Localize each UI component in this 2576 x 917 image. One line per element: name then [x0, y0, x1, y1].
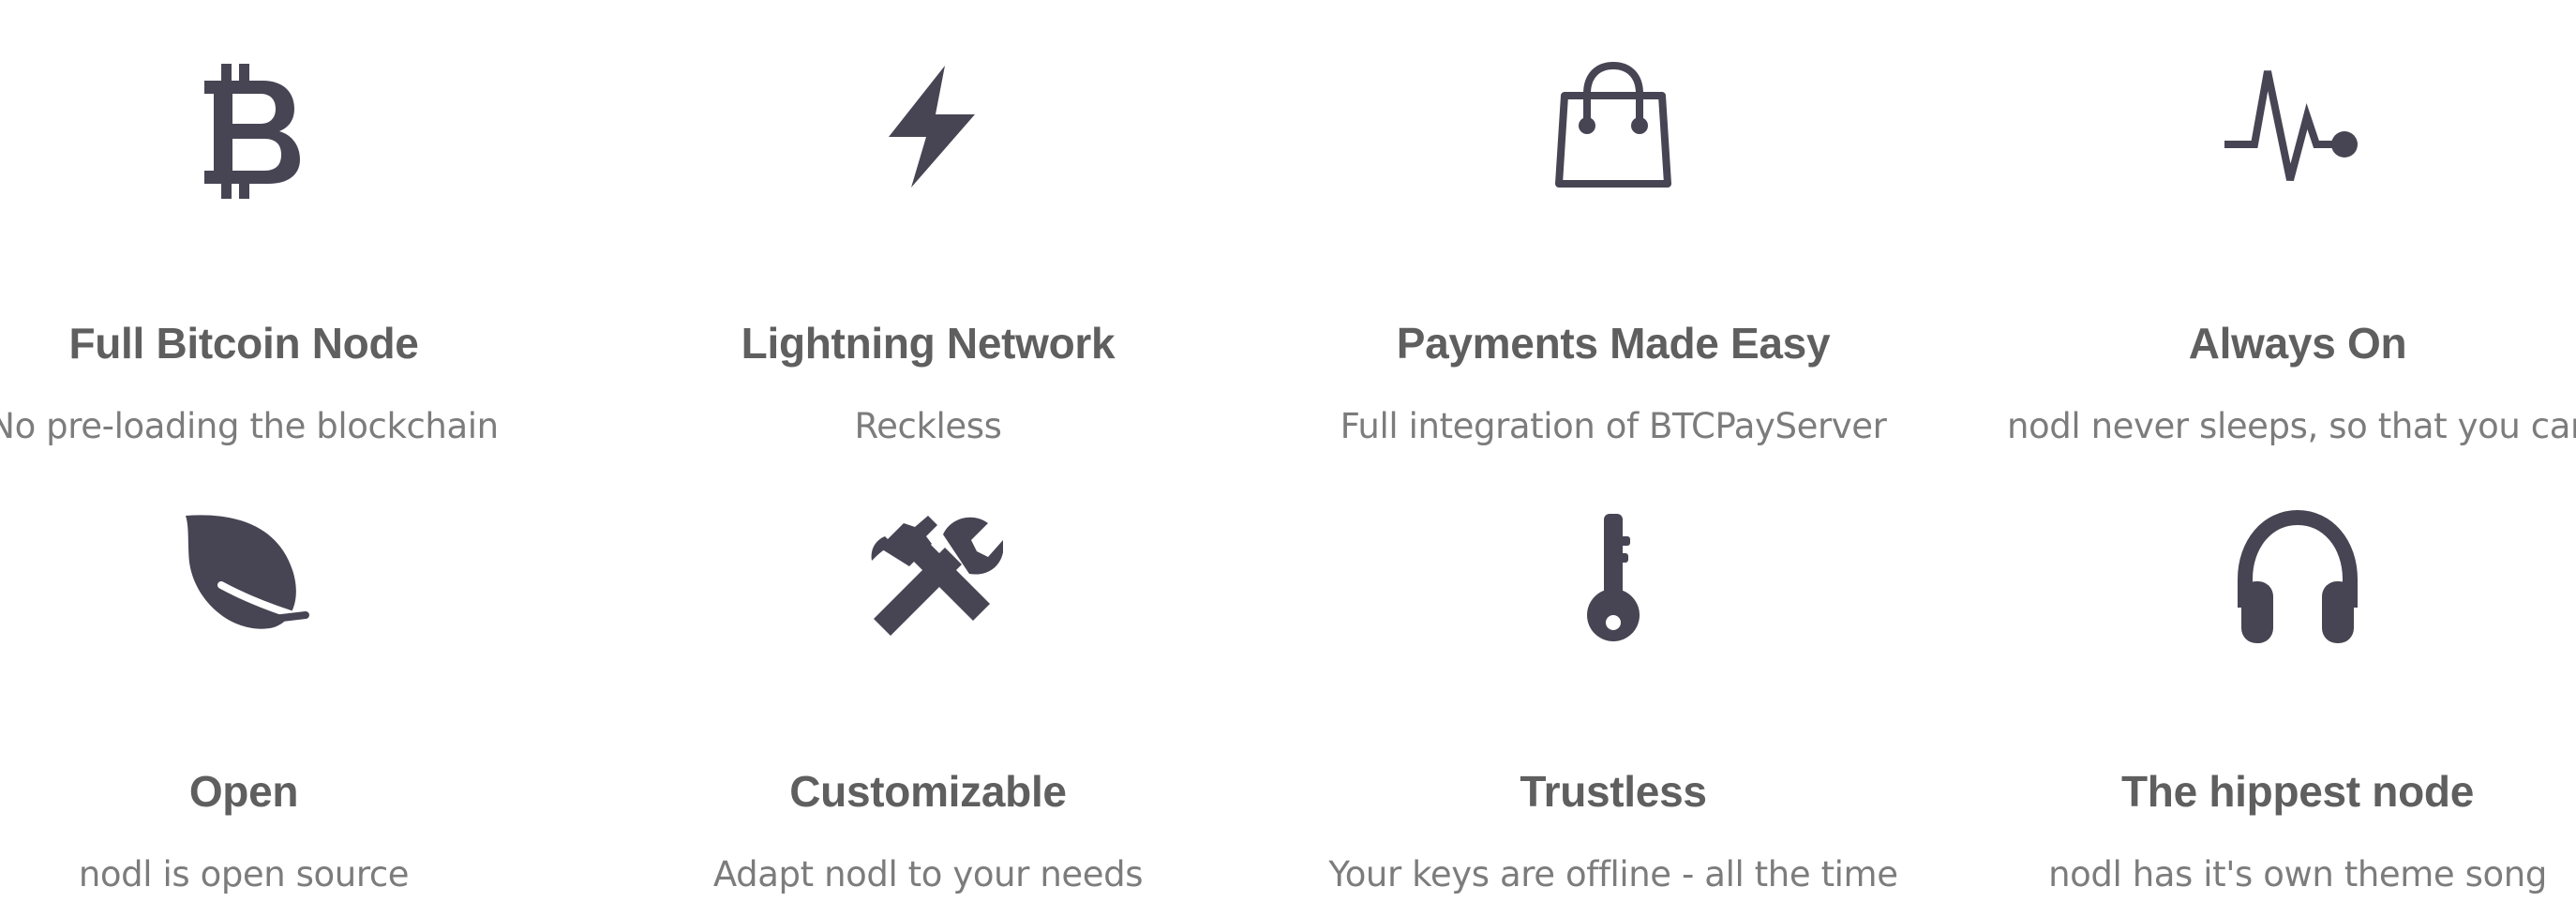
feature-trustless: Trustless Your keys are offline - all th…	[1323, 504, 1904, 917]
feature-title: Payments Made Easy	[1396, 319, 1831, 368]
feature-hippest-node: The hippest node nodl has it's own theme…	[2007, 504, 2576, 917]
feature-title: Open	[188, 767, 299, 816]
heartbeat-icon	[2223, 56, 2373, 206]
feature-subtitle: nodl has it's own theme song	[2048, 854, 2547, 894]
tools-icon	[853, 504, 1003, 654]
features-grid: Full Bitcoin Node No pre-loading the blo…	[0, 0, 2576, 894]
feature-title: Customizable	[789, 767, 1067, 816]
feature-customizable: Customizable Adapt nodl to your needs	[637, 504, 1219, 917]
feature-payments-made-easy: Payments Made Easy Full integration of B…	[1323, 56, 1904, 469]
leaf-icon	[169, 504, 319, 654]
feature-open: Open nodl is open source	[0, 504, 534, 917]
feature-subtitle: No pre-loading the blockchain	[0, 406, 499, 446]
feature-title: Lightning Network	[741, 319, 1116, 368]
feature-subtitle: nodl is open source	[78, 854, 410, 894]
bitcoin-icon	[169, 56, 319, 206]
feature-title: The hippest node	[2121, 767, 2474, 816]
feature-full-bitcoin-node: Full Bitcoin Node No pre-loading the blo…	[0, 56, 534, 469]
feature-subtitle: Your keys are offline - all the time	[1328, 854, 1898, 894]
shopping-bag-icon	[1538, 56, 1688, 206]
feature-subtitle: Full integration of BTCPayServer	[1340, 406, 1887, 446]
feature-title: Always On	[2188, 319, 2407, 368]
feature-title: Full Bitcoin Node	[68, 319, 419, 368]
feature-lightning-network: Lightning Network Reckless	[637, 56, 1219, 469]
headphones-icon	[2223, 504, 2373, 654]
feature-title: Trustless	[1520, 767, 1707, 816]
feature-subtitle: Adapt nodl to your needs	[712, 854, 1144, 894]
key-icon	[1538, 504, 1688, 654]
feature-always-on: Always On nodl never sleeps, so that you…	[2007, 56, 2576, 469]
lightning-icon	[853, 56, 1003, 206]
feature-subtitle: Reckless	[854, 406, 1002, 446]
feature-subtitle: nodl never sleeps, so that you can	[2007, 406, 2576, 446]
